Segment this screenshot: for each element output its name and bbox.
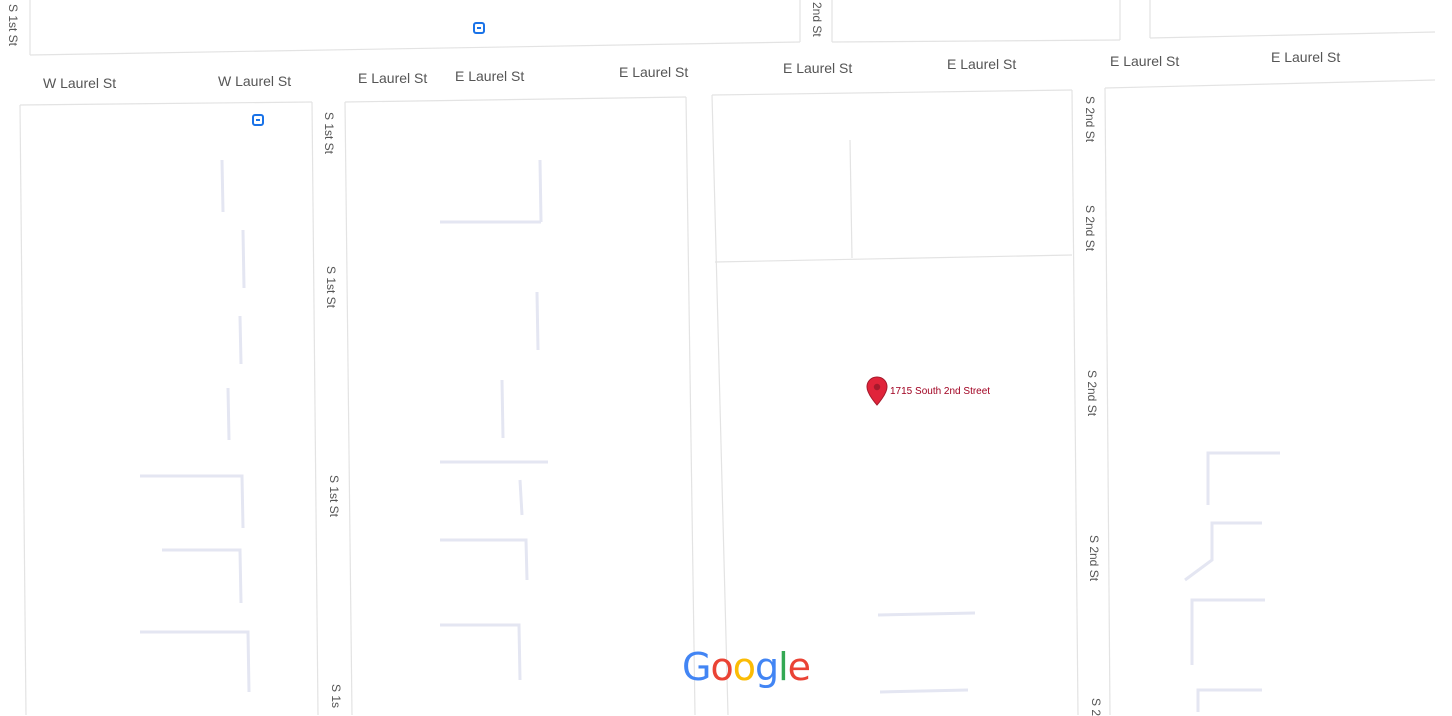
- street-label-2nd: S 2: [1089, 698, 1103, 716]
- street-label-laurel: E Laurel St: [455, 68, 525, 84]
- street-label-laurel: E Laurel St: [358, 70, 428, 86]
- street-label-1st: S 1st St: [324, 266, 338, 309]
- street-label-laurel: E Laurel St: [947, 56, 1017, 72]
- street-label-2nd: S 2nd St: [1083, 96, 1097, 143]
- logo-letter: g: [754, 645, 779, 689]
- marker-label[interactable]: 1715 South 2nd Street: [890, 386, 990, 397]
- street-label-2nd: S 2nd St: [1083, 205, 1097, 252]
- map-pin-icon[interactable]: [866, 376, 888, 406]
- street-label-1st: S 1s: [329, 684, 343, 709]
- logo-letter: G: [682, 645, 711, 689]
- street-label-2nd: S 2nd St: [1085, 370, 1099, 417]
- street-label-2nd: 2nd St: [810, 2, 824, 37]
- street-label-2nd: S 2nd St: [1087, 535, 1101, 582]
- street-label-laurel: E Laurel St: [1110, 53, 1180, 69]
- street-grid: [19, 0, 1436, 715]
- logo-letter: o: [710, 645, 733, 689]
- google-logo: Google: [682, 645, 811, 689]
- street-label-1st: S 1st St: [327, 475, 341, 518]
- logo-letter: e: [787, 645, 811, 689]
- street-label-laurel: E Laurel St: [783, 60, 853, 76]
- street-label-1st: S 1st St: [6, 4, 20, 47]
- street-label-laurel: W Laurel St: [43, 75, 117, 91]
- street-label-laurel: W Laurel St: [218, 73, 292, 89]
- street-label-laurel: E Laurel St: [619, 64, 689, 80]
- logo-letter: o: [732, 645, 756, 689]
- street-label-laurel: E Laurel St: [1271, 49, 1341, 65]
- logo-letter: l: [778, 645, 789, 689]
- map-canvas[interactable]: W Laurel St W Laurel St E Laurel St E La…: [0, 0, 1452, 716]
- transit-station-icon[interactable]: [252, 114, 264, 126]
- street-label-1st: S 1st St: [322, 112, 336, 155]
- transit-station-icon[interactable]: [473, 22, 485, 34]
